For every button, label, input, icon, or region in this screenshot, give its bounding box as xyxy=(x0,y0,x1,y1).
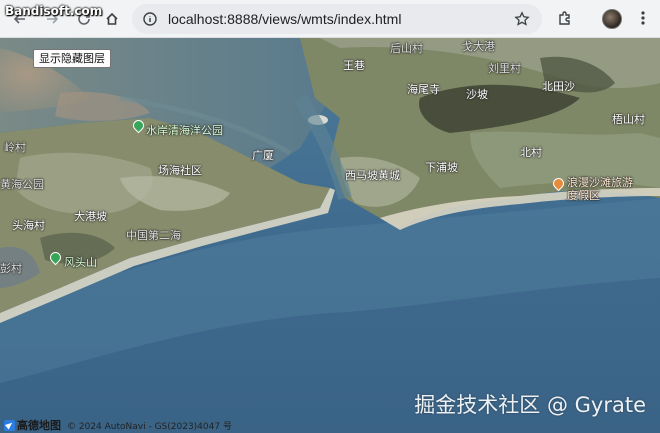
place-label: 后山村 xyxy=(390,42,423,55)
browser-toolbar: Bandisoft.com localhost:8888/views/wmts/… xyxy=(0,0,660,38)
home-icon xyxy=(106,12,118,25)
place-label: 戈大港 xyxy=(462,40,495,53)
poi-label[interactable]: 风头山 xyxy=(64,254,97,270)
bandisoft-watermark: Bandisoft.com xyxy=(5,4,103,18)
juejin-watermark: 掘金技术社区 @ Gyrate xyxy=(414,393,646,417)
place-label: 北田沙 xyxy=(542,80,575,93)
address-bar[interactable]: localhost:8888/views/wmts/index.html xyxy=(132,4,542,34)
amap-logo-text: 高德地图 xyxy=(17,419,61,432)
poi-label[interactable]: 浪漫沙滩旅游度假区 xyxy=(567,176,637,202)
map-viewport[interactable]: 显示隐藏图层 后山村 戈大港 王巷 刘里村 海尾寺 沙坡 北田沙 梧山村 水岸清… xyxy=(0,38,660,433)
poi-label[interactable]: 水岸清海洋公园 xyxy=(146,122,223,138)
place-label: 大港坡 xyxy=(74,210,107,223)
menu-icon[interactable] xyxy=(636,9,650,27)
place-label: 岭村 xyxy=(4,141,26,154)
amap-logo[interactable]: 高德地图 xyxy=(4,417,61,433)
navigation-arrow-icon xyxy=(4,419,15,431)
place-label: 刘里村 xyxy=(488,62,521,75)
extensions-icon[interactable] xyxy=(556,9,574,27)
attribution-text: © 2024 AutoNavi - GS(2023)4047 号 xyxy=(67,421,232,432)
place-label: 头海村 xyxy=(12,219,45,232)
place-label: 沙坡 xyxy=(466,88,488,101)
place-label: 海尾寺 xyxy=(407,83,440,96)
place-label: 王巷 xyxy=(343,59,365,72)
place-label: 广厦 xyxy=(252,149,274,162)
profile-avatar[interactable] xyxy=(602,9,622,29)
map-attribution: 高德地图 © 2024 AutoNavi - GS(2023)4047 号 xyxy=(0,417,236,433)
toggle-layer-button[interactable]: 显示隐藏图层 xyxy=(33,49,111,68)
url-text[interactable]: localhost:8888/views/wmts/index.html xyxy=(168,4,401,34)
place-label: 西马坡黄城 xyxy=(345,169,400,182)
place-label: 场海社区 xyxy=(158,164,202,177)
place-label: 梧山村 xyxy=(612,113,645,126)
place-label: 下浦坡 xyxy=(425,161,458,174)
satellite-imagery xyxy=(0,38,660,433)
place-label: 中国第二海 xyxy=(126,229,181,242)
place-label: 彭村 xyxy=(0,262,22,275)
place-label: 北村 xyxy=(520,146,542,159)
site-info-icon[interactable] xyxy=(142,11,158,27)
star-icon[interactable] xyxy=(514,11,530,27)
place-label: 黄海公园 xyxy=(0,178,44,191)
